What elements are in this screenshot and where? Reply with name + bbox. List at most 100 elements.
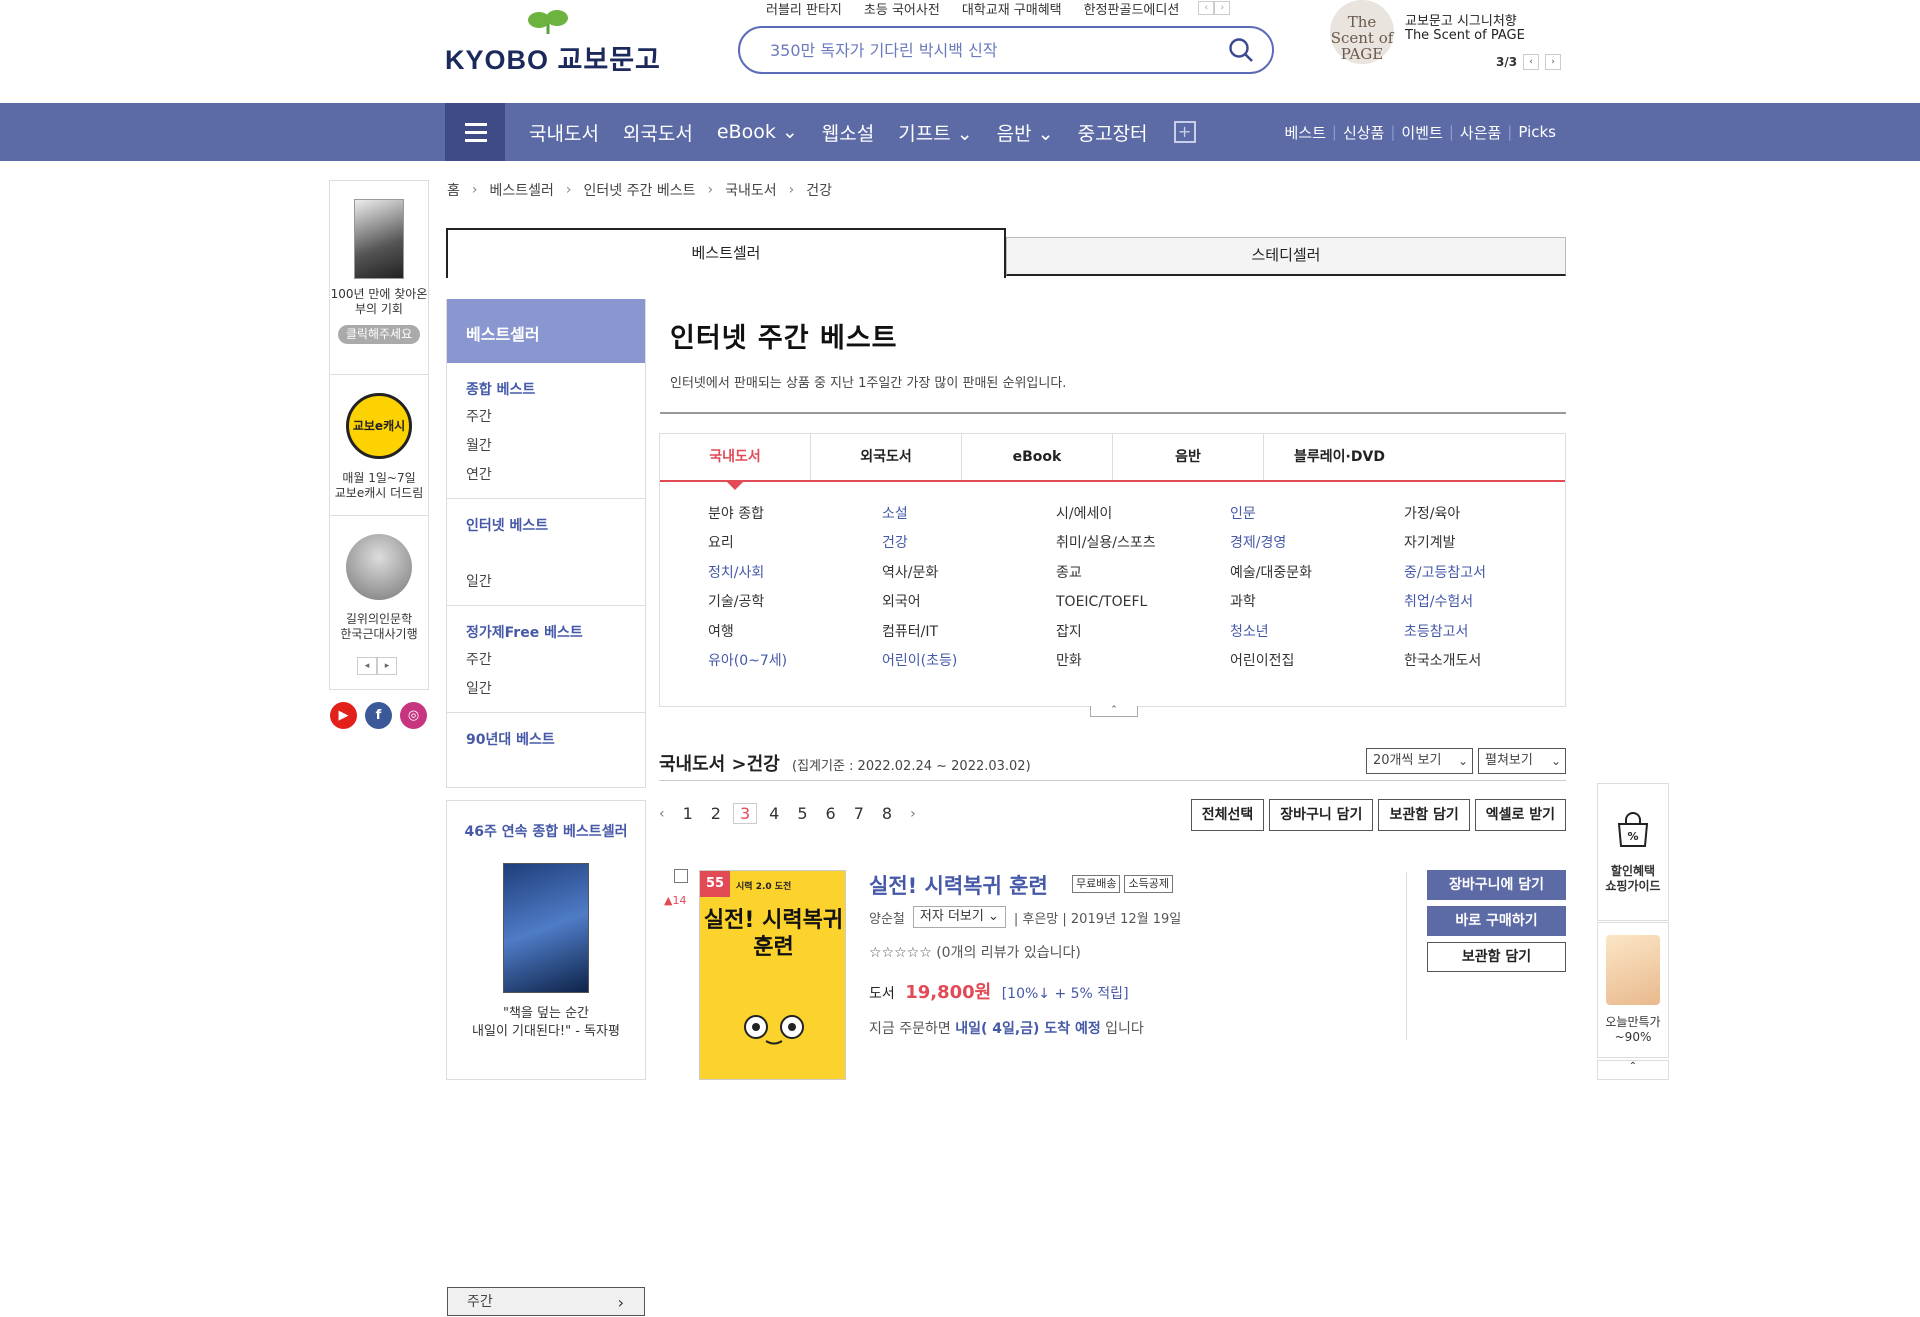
search-input[interactable] (770, 38, 1190, 62)
today-deal[interactable]: 오늘만특가 ~90% (1597, 922, 1669, 1058)
category-link[interactable]: 외국어 (882, 588, 1056, 617)
category-link[interactable]: 예술/대중문화 (1230, 559, 1404, 588)
view-count-select[interactable]: 20개씩 보기 ⌄ (1366, 748, 1473, 774)
category-link[interactable]: 만화 (1056, 647, 1230, 676)
nav-best[interactable]: 베스트 (1278, 122, 1331, 143)
menu-item[interactable]: 일간 (447, 568, 645, 597)
prev-arrow-icon[interactable]: ◂ (357, 657, 377, 675)
menu-item[interactable]: 월간 (447, 432, 645, 461)
category-link[interactable]: 잡지 (1056, 618, 1230, 647)
category-link[interactable]: 요리 (708, 529, 882, 558)
category-link[interactable]: 청소년 (1230, 618, 1404, 647)
product-title[interactable]: 실전! 시력복귀 훈련 (869, 870, 1048, 900)
scroll-top-icon[interactable]: ⌃ (1597, 1060, 1669, 1080)
nav-item-webnovel[interactable]: 웹소설 (810, 119, 886, 146)
top-link[interactable]: 러블리 판타지 (757, 0, 851, 18)
buy-now-button[interactable]: 바로 구매하기 (1427, 906, 1566, 936)
tab-bluray[interactable]: 블루레이·DVD (1264, 434, 1415, 480)
menu-item[interactable]: 주간 (447, 403, 645, 432)
crumb-item[interactable]: 인터넷 주간 베스트 (584, 180, 696, 200)
menu-item[interactable]: 일간 (447, 675, 645, 704)
plus-icon[interactable]: + (1173, 121, 1196, 143)
wishlist-button[interactable]: 보관함 담기 (1427, 942, 1566, 972)
category-link[interactable]: 초등참고서 (1404, 618, 1578, 647)
crumb-item[interactable]: 건강 (806, 180, 832, 200)
menu-group-title[interactable]: 종합 베스트 (447, 377, 645, 403)
next-arrow-icon[interactable]: ▸ (377, 657, 397, 675)
ad-ecash[interactable]: 교보e캐시 매월 1일~7일 교보e캐시 더드림 (330, 375, 428, 516)
menu-item[interactable]: 주간 (447, 646, 645, 675)
tab-ebook[interactable]: eBook (962, 434, 1113, 480)
search-icon[interactable] (1228, 37, 1254, 63)
prev-arrow-icon[interactable]: ‹ (1198, 1, 1215, 15)
hamburger-menu-icon[interactable] (445, 103, 505, 161)
nav-new[interactable]: 신상품 (1337, 122, 1390, 143)
instagram-icon[interactable]: ◎ (400, 702, 427, 729)
tab-domestic[interactable]: 국내도서 (660, 434, 811, 490)
nav-item-gift[interactable]: 기프트 ⌄ (886, 119, 984, 146)
author-more-dropdown[interactable]: 저자 더보기 ⌄ (912, 906, 1006, 928)
next-arrow-icon[interactable]: › (1214, 1, 1231, 15)
promo-banner[interactable]: The Scent of PAGE 교보문고 시그니처향 The Scent o… (1330, 0, 1660, 80)
add-to-wishlist-button[interactable]: 보관함 담기 (1378, 799, 1470, 831)
page-current[interactable]: 3 (732, 803, 758, 824)
top-link[interactable]: 한정판골드에디션 (1075, 0, 1189, 18)
product-cover[interactable]: 55 시력 2.0 도전 실전! 시력복귀 훈련 (699, 870, 846, 1080)
category-link[interactable]: 여행 (708, 618, 882, 647)
view-mode-select[interactable]: 펼쳐보기 ⌄ (1478, 748, 1566, 774)
category-link[interactable]: 종교 (1056, 559, 1230, 588)
category-link[interactable]: 자기계발 (1404, 529, 1578, 558)
youtube-icon[interactable]: ▶ (330, 702, 357, 729)
page-link[interactable]: 4 (769, 804, 779, 823)
menu-group-title[interactable]: 정가제Free 베스트 (447, 620, 645, 646)
category-link[interactable]: 시/에세이 (1056, 500, 1230, 529)
nav-item-domestic[interactable]: 국내도서 (517, 119, 611, 146)
category-link[interactable]: 정치/사회 (708, 559, 882, 588)
select-all-button[interactable]: 전체선택 (1190, 799, 1265, 831)
tab-bestseller[interactable]: 베스트셀러 (446, 228, 1006, 278)
prev-page-icon[interactable]: ‹ (659, 806, 665, 822)
menu-group-title[interactable]: 90년대 베스트 (447, 727, 645, 753)
crumb-item[interactable]: 홈 (447, 180, 460, 200)
next-page-icon[interactable]: › (910, 806, 916, 822)
page-link[interactable]: 7 (854, 804, 864, 823)
tab-foreign[interactable]: 외국도서 (811, 434, 962, 480)
export-excel-button[interactable]: 엑셀로 받기 (1474, 799, 1566, 831)
menu-group-title[interactable]: 인터넷 베스트 (447, 513, 645, 539)
nav-event[interactable]: 이벤트 (1395, 122, 1448, 143)
nav-picks[interactable]: Picks (1512, 123, 1562, 141)
page-link[interactable]: 5 (797, 804, 807, 823)
nav-item-foreign[interactable]: 외국도서 (611, 119, 705, 146)
add-to-cart-button[interactable]: 장바구니에 담기 (1427, 870, 1566, 900)
nav-item-used[interactable]: 중고장터 (1066, 119, 1160, 146)
page-link[interactable]: 6 (826, 804, 836, 823)
category-link[interactable]: 취업/수험서 (1404, 588, 1578, 617)
shopping-guide[interactable]: % 할인혜택 쇼핑가이드 (1597, 783, 1669, 921)
left-book-ad[interactable]: 46주 연속 종합 베스트셀러 "책을 덮는 순간 내일이 기대된다!" - 독… (446, 800, 646, 1080)
nav-item-music[interactable]: 음반 ⌄ (985, 119, 1066, 146)
collapse-icon[interactable]: ⌃ (1090, 706, 1138, 717)
menu-item[interactable]: 연간 (447, 461, 645, 490)
category-link[interactable]: 역사/문화 (882, 559, 1056, 588)
category-link[interactable]: 분야 종합 (708, 500, 882, 529)
review-summary[interactable]: ☆☆☆☆☆ (0개의 리뷰가 있습니다) (869, 942, 1081, 962)
prev-arrow-icon[interactable]: ‹ (1523, 54, 1540, 70)
nav-item-ebook[interactable]: eBook ⌄ (705, 121, 810, 143)
nav-gift[interactable]: 사은품 (1454, 122, 1507, 143)
category-link[interactable]: 유아(0~7세) (708, 647, 882, 676)
category-link[interactable]: 과학 (1230, 588, 1404, 617)
next-arrow-icon[interactable]: › (1545, 54, 1562, 70)
category-link[interactable]: 취미/실용/스포츠 (1056, 529, 1230, 558)
category-link[interactable]: 어린이(초등) (882, 647, 1056, 676)
page-link[interactable]: 1 (683, 804, 693, 823)
crumb-item[interactable]: 국내도서 (725, 180, 777, 200)
crumb-item[interactable]: 베스트셀러 (490, 180, 554, 200)
tab-steadyseller[interactable]: 스테디셀러 (1006, 237, 1566, 276)
menu-item-selected[interactable]: 주간 › (447, 1287, 645, 1316)
facebook-icon[interactable]: f (365, 702, 392, 729)
category-link[interactable]: 어린이전집 (1230, 647, 1404, 676)
tab-music[interactable]: 음반 (1113, 434, 1264, 480)
top-link[interactable]: 초등 국어사전 (855, 0, 949, 18)
product-checkbox[interactable] (674, 869, 688, 883)
top-link[interactable]: 대학교재 구매혜택 (953, 0, 1071, 18)
